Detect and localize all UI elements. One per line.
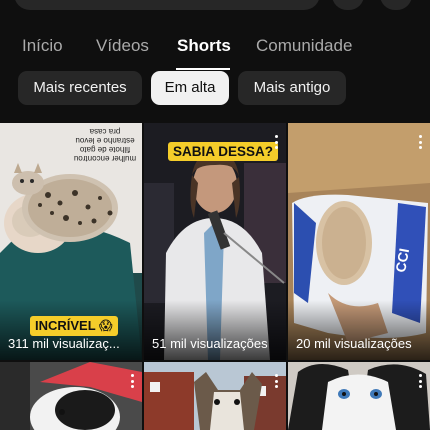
search-button[interactable] [380, 0, 412, 10]
short-thumbnail [144, 362, 286, 430]
top-bar [0, 0, 430, 14]
short-views: 311 mil visualizaç... [8, 336, 120, 351]
short-views: 20 mil visualizações [296, 336, 412, 351]
cast-button[interactable] [332, 0, 364, 10]
channel-tabs: Início Vídeos Shorts Comunidade [0, 30, 430, 70]
short-card[interactable] [144, 362, 286, 430]
thumbnail-shade [144, 300, 286, 360]
more-vertical-icon[interactable] [416, 135, 424, 151]
tab-videos[interactable]: Vídeos [96, 36, 149, 56]
chip-em-alta[interactable]: Em alta [151, 71, 229, 105]
short-caption: mulher encontrou filhote de gato estranh… [73, 127, 137, 163]
short-thumbnail [288, 362, 430, 430]
search-bar[interactable] [14, 0, 320, 10]
more-vertical-icon[interactable] [416, 374, 424, 390]
short-card[interactable]: CCI 20 mil visualizações [288, 123, 430, 360]
short-views: 51 mil visualizações [152, 336, 268, 351]
short-overlay-text: SABIA DESSA? [168, 142, 279, 161]
shorts-grid: mulher encontrou filhote de gato estranh… [0, 123, 430, 430]
short-card[interactable]: mulher encontrou filhote de gato estranh… [0, 123, 142, 360]
short-overlay-text: INCRÍVEL 😱 [30, 316, 118, 336]
tab-comunidade[interactable]: Comunidade [256, 36, 352, 56]
more-vertical-icon[interactable] [272, 135, 280, 151]
short-card[interactable] [288, 362, 430, 430]
chip-mais-antigo[interactable]: Mais antigo [238, 71, 346, 105]
tab-inicio[interactable]: Início [22, 36, 63, 56]
short-thumbnail [0, 362, 142, 430]
thumbnail-shade [288, 300, 430, 360]
more-vertical-icon[interactable] [272, 374, 280, 390]
sort-chips: Mais recentes Em alta Mais antigo [0, 71, 430, 107]
active-tab-indicator [176, 68, 230, 70]
tab-shorts[interactable]: Shorts [177, 36, 231, 56]
more-vertical-icon[interactable] [128, 374, 136, 390]
short-card[interactable] [0, 362, 142, 430]
chip-mais-recentes[interactable]: Mais recentes [18, 71, 142, 105]
short-card[interactable]: SABIA DESSA? 51 mil visualizações [144, 123, 286, 360]
